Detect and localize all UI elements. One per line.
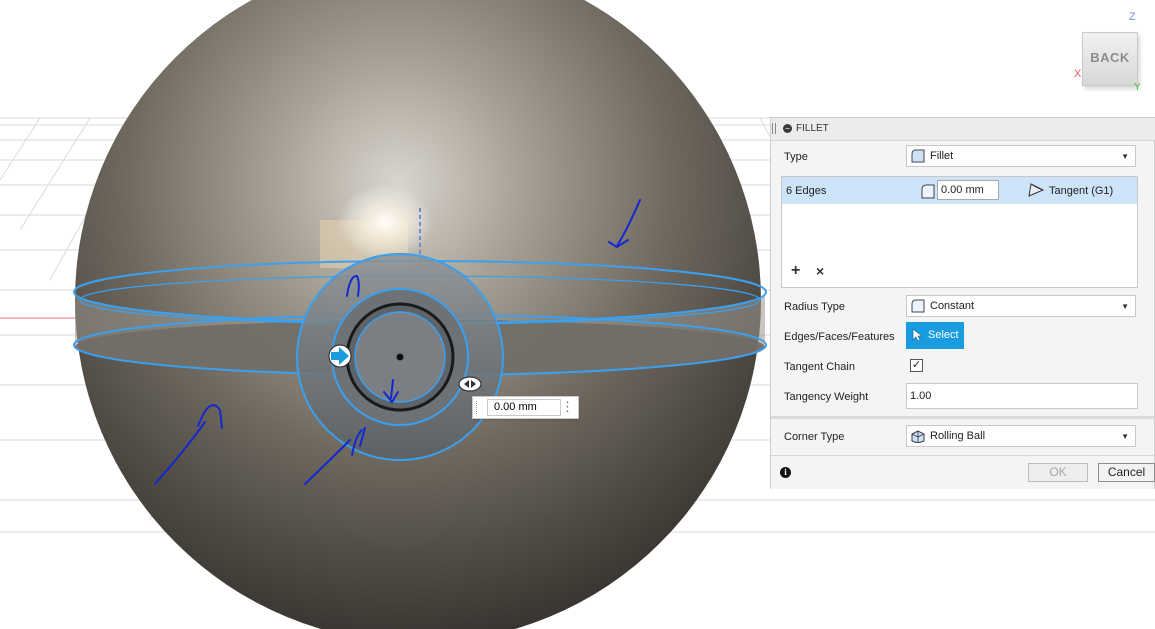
corner-type-label: Corner Type [784,431,845,443]
edge-set-list: 6 Edges 0.00 mm Tangent (G1) + × [781,176,1138,288]
corner-type-value: Rolling Ball [930,430,986,442]
edge-radius-input[interactable]: 0.00 mm [937,180,999,200]
fillet-drag-arrow-icon[interactable] [328,344,352,368]
viewcube-back-face[interactable]: BACK [1082,32,1138,86]
select-button[interactable]: Select [906,322,964,349]
chevron-down-icon: ▼ [1121,152,1129,161]
radius-type-label: Radius Type [784,301,845,313]
axis-x-label: X [1074,68,1082,80]
edge-continuity[interactable]: Tangent (G1) [1049,185,1113,197]
edge-set-name: 6 Edges [786,185,827,197]
collapse-icon[interactable]: − [783,124,792,133]
tangency-weight-input[interactable]: 1.00 [906,383,1138,409]
axis-z-label: Z [1129,11,1136,23]
light-reflection [337,184,433,260]
viewcube-face-label: BACK [1090,50,1130,65]
chevron-down-icon: ▼ [1121,302,1129,311]
plus-icon[interactable]: + [791,263,800,279]
button-center-point [396,353,404,361]
ok-button[interactable]: OK [1028,463,1088,482]
canvas-radius-input-box[interactable]: 0.00 mm ⋮ [472,396,579,419]
fillet-dialog: − FILLET Type Fillet ▼ 6 Edges 0.00 mm T… [770,117,1155,489]
viewcube-icon[interactable]: BACK Z X Y [1068,8,1150,98]
canvas-radius-field[interactable]: 0.00 mm [487,399,561,416]
type-label: Type [784,151,808,163]
drag-grip-icon[interactable] [476,401,480,414]
cursor-icon [912,328,923,342]
tangent-chain-checkbox[interactable]: ✓ [910,359,923,372]
close-icon[interactable]: × [816,263,824,279]
radius-handle-icon[interactable] [458,376,482,392]
select-button-label: Select [928,329,959,341]
dialog-title: FILLET [796,123,829,134]
section-divider [771,416,1154,419]
edge-set-row[interactable]: 6 Edges 0.00 mm Tangent (G1) [782,177,1137,204]
dialog-drag-handle-icon[interactable] [772,123,776,134]
cancel-button[interactable]: Cancel [1098,463,1155,482]
more-icon[interactable]: ⋮ [561,399,574,415]
tangent-chain-label: Tangent Chain [784,361,855,373]
axis-y-label: Y [1134,82,1141,93]
rolling-ball-icon [911,430,925,443]
type-value: Fillet [930,150,954,162]
selection-label: Edges/Faces/Features [784,331,895,343]
radius-type-value: Constant [930,300,975,312]
chevron-down-icon: ▼ [1121,432,1129,441]
type-dropdown[interactable]: Fillet ▼ [906,145,1136,167]
fillet-radius-icon [921,184,935,199]
dialog-footer: i OK Cancel [771,455,1155,489]
info-icon[interactable]: i [780,467,791,478]
radius-type-dropdown[interactable]: Constant ▼ [906,295,1136,317]
fillet-icon [911,149,925,163]
tangency-weight-label: Tangency Weight [784,391,869,403]
constant-radius-icon [911,299,925,313]
dialog-header[interactable]: − FILLET [771,118,1155,141]
corner-type-dropdown[interactable]: Rolling Ball ▼ [906,425,1136,447]
tangent-icon [1028,183,1045,197]
